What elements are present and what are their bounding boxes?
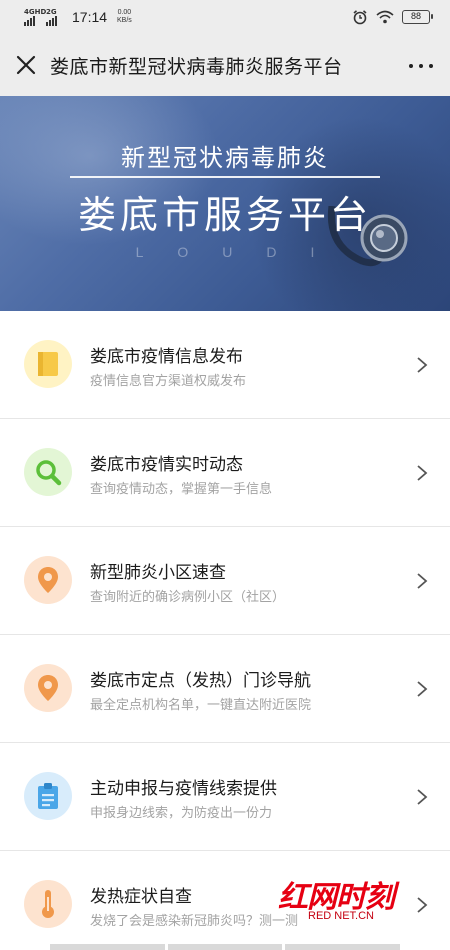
list-item-title: 娄底市疫情信息发布	[90, 347, 243, 367]
chevron-right-icon	[417, 573, 428, 589]
signal-label-4g: 4GHD	[24, 8, 47, 16]
bottom-indicator	[0, 944, 450, 950]
location-pin-icon	[24, 556, 72, 604]
list-item-desc: 查询疫情动态，掌握第一手信息	[90, 482, 273, 497]
status-bar: 4GHD 2G 17:14 0.00 KB/s 88	[0, 0, 450, 34]
list-item-desc: 申报身边线索，为防疫出一份力	[90, 806, 273, 821]
list-item-title: 新型肺炎小区速查	[90, 563, 226, 583]
banner-title: 娄底市服务平台	[77, 193, 372, 237]
list-item-title: 娄底市疫情实时动态	[90, 455, 243, 475]
page-title: 娄底市新型冠状病毒肺炎服务平台	[50, 56, 343, 78]
banner-subtitle: 新型冠状病毒肺炎	[121, 144, 329, 172]
chevron-right-icon	[417, 789, 428, 805]
clipboard-icon	[24, 772, 72, 820]
list-item-title: 主动申报与疫情线索提供	[90, 779, 277, 799]
list-item-realtime-dynamics[interactable]: 娄底市疫情实时动态 查询疫情动态，掌握第一手信息	[0, 419, 450, 527]
list-item-title: 娄底市定点（发热）门诊导航	[90, 671, 311, 691]
watermark-url: RED NET.CN	[308, 910, 375, 922]
search-icon	[24, 448, 72, 496]
network-speed-value: 0.00	[117, 9, 132, 16]
wifi-icon	[376, 10, 394, 24]
list-item-community-check[interactable]: 新型肺炎小区速查 查询附近的确诊病例小区（社区）	[0, 527, 450, 635]
status-time: 17:14	[72, 9, 108, 25]
thermometer-icon	[24, 880, 72, 928]
signal-2g-icon	[46, 16, 57, 26]
chevron-right-icon	[417, 681, 428, 697]
list-item-desc: 最全定点机构名单，一键直达附近医院	[90, 698, 312, 713]
list-item-title: 发热症状自查	[90, 887, 192, 907]
hero-banner: 新型冠状病毒肺炎 娄底市服务平台 LOUDI	[0, 96, 450, 311]
battery-indicator: 88	[402, 10, 433, 24]
chevron-right-icon	[417, 357, 428, 373]
service-list: 娄底市疫情信息发布 疫情信息官方渠道权威发布 娄底市疫情实时动态 查询疫情动态，…	[0, 311, 450, 950]
banner-latin: LOUDI	[135, 244, 349, 260]
list-item-desc: 疫情信息官方渠道权威发布	[90, 374, 247, 389]
notebook-icon	[24, 340, 72, 388]
signal-label-2g: 2G	[46, 8, 57, 16]
list-item-report-clues[interactable]: 主动申报与疫情线索提供 申报身边线索，为防疫出一份力	[0, 743, 450, 851]
network-speed-unit: KB/s	[117, 17, 132, 24]
list-item-clinic-navigation[interactable]: 娄底市定点（发热）门诊导航 最全定点机构名单，一键直达附近医院	[0, 635, 450, 743]
alarm-icon	[353, 10, 367, 25]
location-pin-icon	[24, 664, 72, 712]
network-speed: 0.00 KB/s	[117, 9, 132, 25]
chevron-right-icon	[417, 465, 428, 481]
list-item-info-release[interactable]: 娄底市疫情信息发布 疫情信息官方渠道权威发布	[0, 311, 450, 419]
more-options-icon[interactable]	[406, 54, 436, 78]
list-item-desc: 查询附近的确诊病例小区（社区）	[90, 590, 286, 605]
signal-4g-icon	[24, 16, 35, 26]
banner-divider	[70, 176, 380, 178]
list-item-desc: 发烧了会是感染新冠肺炎吗？测一测	[90, 914, 299, 929]
nav-header: 娄底市新型冠状病毒肺炎服务平台	[0, 34, 450, 96]
rednet-watermark: 红网时刻 RED NET.CN	[278, 872, 438, 932]
close-icon[interactable]	[14, 53, 38, 77]
